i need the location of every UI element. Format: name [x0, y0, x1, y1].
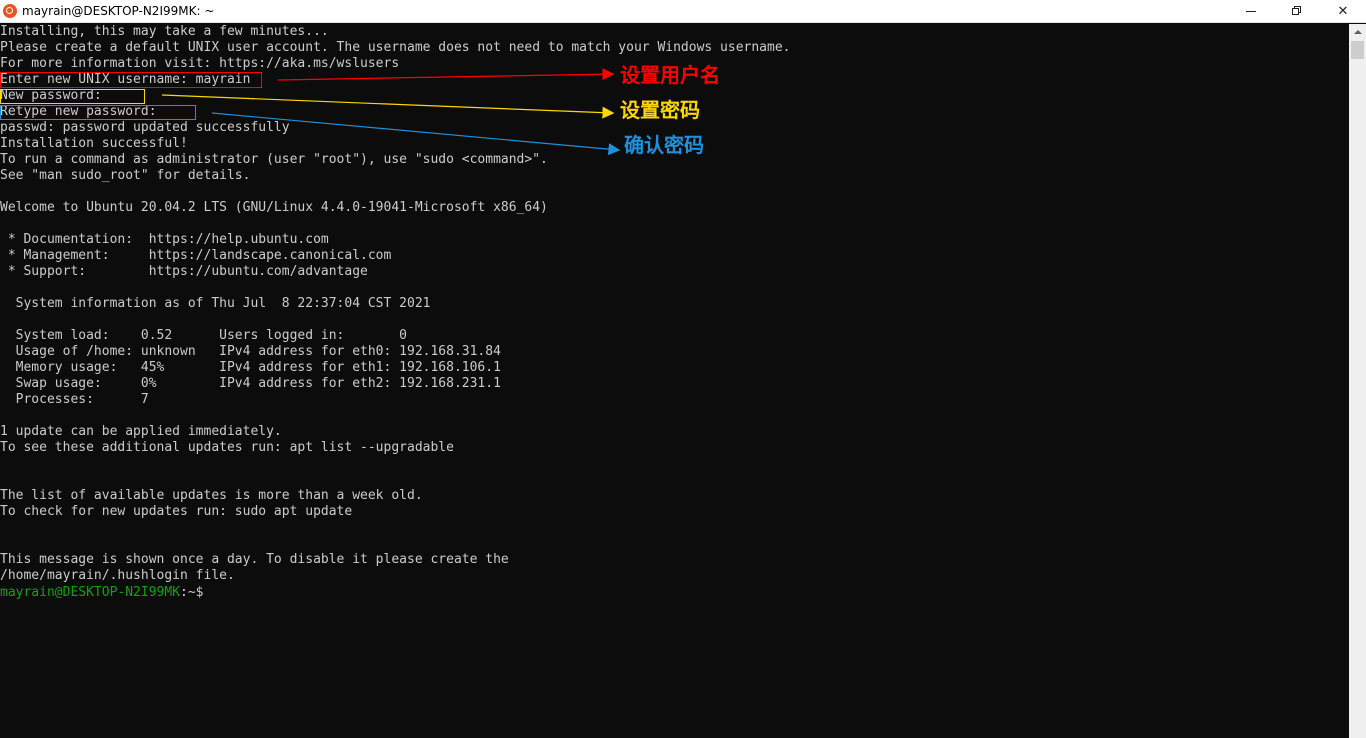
window-title: mayrain@DESKTOP-N2I99MK: ~	[22, 4, 215, 18]
prompt-user-host: mayrain@DESKTOP-N2I99MK	[0, 585, 181, 600]
annotation-confirm-password: 确认密码	[624, 133, 704, 157]
terminal-line: Welcome to Ubuntu 20.04.2 LTS (GNU/Linux…	[0, 200, 548, 215]
text-cursor	[204, 584, 212, 598]
maximize-button[interactable]	[1274, 0, 1320, 22]
title-bar[interactable]: mayrain@DESKTOP-N2I99MK: ~ ✕	[0, 0, 1366, 23]
shell-prompt[interactable]: mayrain@DESKTOP-N2I99MK:~$	[0, 584, 212, 600]
terminal-line: For more information visit: https://aka.…	[0, 56, 400, 71]
terminal-line: * Management: https://landscape.canonica…	[0, 248, 392, 263]
terminal-line: * Documentation: https://help.ubuntu.com	[0, 232, 329, 247]
annotation-set-username: 设置用户名	[620, 63, 720, 87]
username-highlight-box	[0, 72, 262, 88]
minimize-button[interactable]	[1228, 0, 1274, 22]
vertical-scrollbar[interactable]	[1349, 24, 1366, 738]
terminal-line: System information as of Thu Jul 8 22:37…	[0, 296, 431, 311]
terminal-line: 1 update can be applied immediately.	[0, 424, 282, 439]
scroll-thumb[interactable]	[1351, 41, 1364, 59]
terminal-line: Usage of /home: unknown IPv4 address for…	[0, 344, 501, 359]
terminal-line: This message is shown once a day. To dis…	[0, 552, 509, 567]
terminal-line: System load: 0.52 Users logged in: 0	[0, 328, 407, 343]
terminal-line: The list of available updates is more th…	[0, 488, 423, 503]
annotation-set-password: 设置密码	[620, 98, 700, 122]
terminal-output[interactable]: Installing, this may take a few minutes.…	[0, 24, 1349, 738]
close-icon: ✕	[1337, 3, 1349, 19]
restore-icon	[1292, 6, 1302, 16]
terminal-window: mayrain@DESKTOP-N2I99MK: ~ ✕ Installing,…	[0, 0, 1366, 738]
terminal-line: passwd: password updated successfully	[0, 120, 290, 135]
minimize-icon	[1246, 10, 1256, 12]
ubuntu-icon	[3, 4, 17, 18]
terminal-line: See "man sudo_root" for details.	[0, 168, 251, 183]
scroll-up-arrow-icon[interactable]	[1349, 24, 1366, 40]
terminal-line: * Support: https://ubuntu.com/advantage	[0, 264, 368, 279]
terminal-line: To run a command as administrator (user …	[0, 152, 548, 167]
terminal-line: Installation successful!	[0, 136, 188, 151]
terminal-line: Please create a default UNIX user accoun…	[0, 40, 791, 55]
terminal-line: /home/mayrain/.hushlogin file.	[0, 568, 235, 583]
terminal-line: To check for new updates run: sudo apt u…	[0, 504, 353, 519]
terminal-line: Installing, this may take a few minutes.…	[0, 24, 329, 39]
prompt-path: :~$	[180, 585, 204, 600]
retype-highlight-box	[0, 105, 196, 120]
terminal-line: Processes: 7	[0, 392, 149, 407]
terminal-line: To see these additional updates run: apt…	[0, 440, 454, 455]
terminal-line: Swap usage: 0% IPv4 address for eth2: 19…	[0, 376, 501, 391]
password-highlight-box	[0, 89, 145, 104]
close-button[interactable]: ✕	[1320, 0, 1366, 22]
terminal-line: Memory usage: 45% IPv4 address for eth1:…	[0, 360, 501, 375]
